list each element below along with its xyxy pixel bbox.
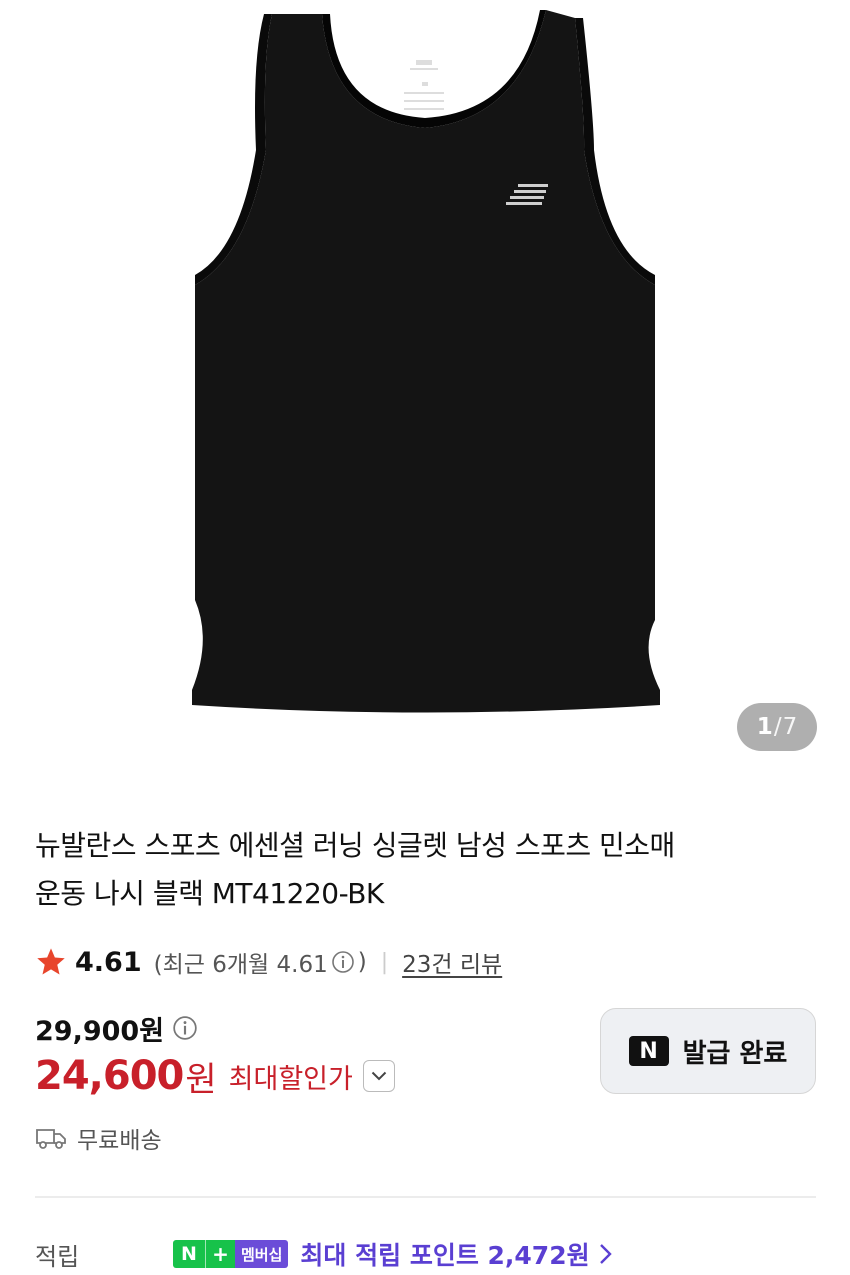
- rating-divider: |: [380, 949, 389, 975]
- product-title-line2: 운동 나시 블랙 MT41220-BK: [35, 877, 384, 910]
- rating-recent-close: ): [357, 949, 367, 975]
- image-pager: 1 / 7: [737, 703, 817, 751]
- product-title: 뉴발란스 스포츠 에센셜 러닝 싱글렛 남성 스포츠 민소매 운동 나시 블랙 …: [35, 822, 825, 918]
- shipping-text: 무료배송: [77, 1128, 162, 1154]
- pager-separator: /: [773, 714, 782, 740]
- max-points-text: 최대 적립 포인트 2,472원: [300, 1241, 590, 1270]
- naver-n-logo: N: [628, 1036, 669, 1066]
- rating-value: 4.61: [75, 946, 142, 978]
- coupon-issued-button[interactable]: N 발급 완료: [600, 1008, 816, 1094]
- sale-price: 24,600: [35, 1053, 184, 1099]
- pager-current: 1: [756, 714, 773, 740]
- pager-total: 7: [782, 714, 798, 740]
- star-icon: [37, 948, 65, 975]
- points-row[interactable]: 적립 N + 멤버십 최대 적립 포인트 2,472원: [35, 1232, 825, 1275]
- product-image: [192, 10, 660, 713]
- info-icon[interactable]: [331, 950, 355, 974]
- shipping-row: 무료배송: [35, 1120, 162, 1156]
- rating-row: 4.61 (최근 6개월 4.61 ) | 23건 리뷰: [35, 942, 502, 982]
- sale-price-row: 24,600 원 최대할인가: [35, 1048, 395, 1104]
- truck-icon: [36, 1129, 66, 1149]
- chevron-down-icon: [371, 1071, 387, 1081]
- coupon-label: 발급 완료: [682, 1038, 788, 1069]
- sale-price-unit: 원: [185, 1059, 217, 1100]
- rating-recent: (최근 6개월 4.61 ): [154, 945, 367, 979]
- product-title-line1: 뉴발란스 스포츠 에센셜 러닝 싱글렛 남성 스포츠 민소매: [35, 829, 675, 862]
- membership-badge: 멤버십: [235, 1240, 289, 1268]
- review-link[interactable]: 23건 리뷰: [402, 945, 502, 979]
- points-label: 적립: [35, 1242, 80, 1271]
- discount-detail-toggle[interactable]: [362, 1060, 395, 1092]
- max-discount-label: 최대할인가: [228, 1063, 353, 1095]
- naver-badge-n: N: [173, 1240, 205, 1268]
- info-icon[interactable]: [172, 1015, 198, 1041]
- section-divider: [35, 1196, 816, 1198]
- product-image-carousel[interactable]: 1 / 7: [0, 0, 850, 790]
- naver-badge-plus: +: [205, 1240, 235, 1268]
- original-price-row: 29,900원: [35, 1008, 198, 1048]
- original-price: 29,900원: [35, 1015, 165, 1047]
- chevron-right-icon: [599, 1244, 612, 1264]
- rating-recent-text: (최근 6개월 4.61: [153, 952, 328, 978]
